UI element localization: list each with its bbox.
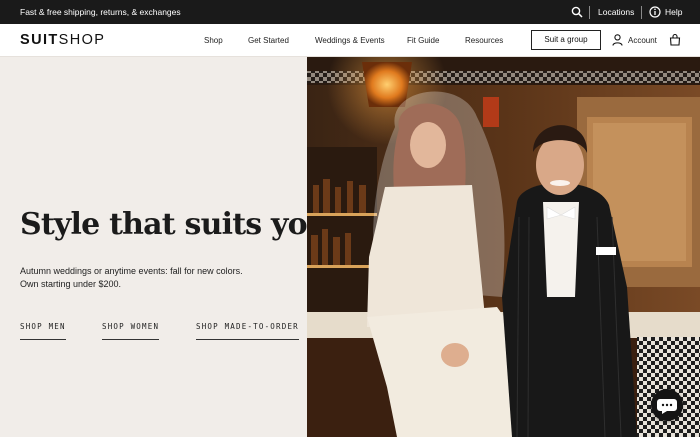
chat-widget-button[interactable] [651, 389, 683, 421]
chat-bubble-icon [657, 399, 677, 414]
divider [641, 6, 642, 19]
search-icon[interactable] [571, 6, 583, 18]
suitshop-logo[interactable]: SUITSHOP [20, 32, 105, 48]
shop-made-to-order-link[interactable]: SHOP MADE-TO-ORDER [196, 322, 299, 340]
hero-headline: Style that suits you [20, 207, 329, 242]
shop-men-link[interactable]: SHOP MEN [20, 322, 66, 340]
divider [589, 6, 590, 19]
hero-subtext-line: Autumn weddings or anytime events: fall … [20, 266, 243, 276]
promo-text: Fast & free shipping, returns, & exchang… [20, 7, 181, 17]
locations-link[interactable]: Locations [598, 7, 634, 17]
hero-subtext-line: Own starting under $200. [20, 279, 122, 289]
hero-photo [307, 57, 700, 437]
account-link[interactable]: Account [628, 36, 657, 45]
shop-women-link[interactable]: SHOP WOMEN [102, 322, 160, 340]
nav-fit-guide[interactable]: Fit Guide [407, 36, 439, 45]
help-link[interactable]: Help [665, 7, 682, 17]
nav-shop[interactable]: Shop [204, 36, 223, 45]
couple-bar-image [307, 57, 700, 437]
person-icon[interactable] [612, 34, 623, 46]
nav-weddings-events[interactable]: Weddings & Events [315, 36, 385, 45]
hero-text-panel [0, 57, 307, 437]
shopping-bag-icon[interactable] [669, 33, 681, 46]
nav-get-started[interactable]: Get Started [248, 36, 289, 45]
announcement-bar: Fast & free shipping, returns, & exchang… [0, 0, 700, 24]
suit-a-group-button[interactable]: Suit a group [531, 30, 601, 50]
nav-resources[interactable]: Resources [465, 36, 503, 45]
main-nav: SUITSHOP Shop Get Started Weddings & Eve… [0, 24, 700, 57]
help-circle-icon[interactable] [649, 6, 661, 18]
hero-subtext: Autumn weddings or anytime events: fall … [20, 265, 243, 291]
